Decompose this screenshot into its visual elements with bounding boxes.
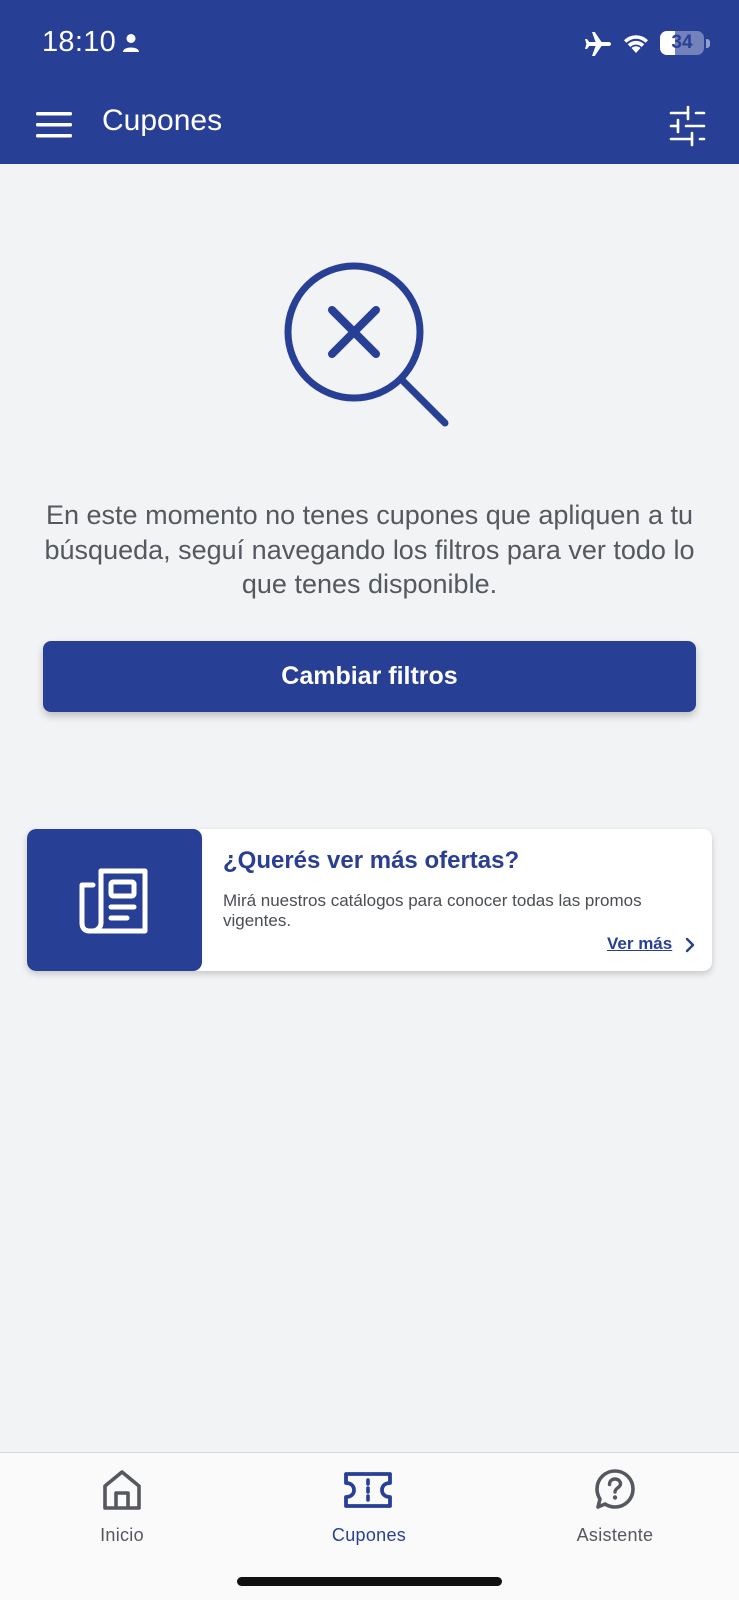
chevron-right-icon[interactable] xyxy=(684,936,696,959)
status-bar: 18:10 34 xyxy=(0,0,739,86)
page-title: Cupones xyxy=(102,104,223,137)
promo-card[interactable]: ¿Querés ver más ofertas? Mirá nuestros c… xyxy=(27,829,712,971)
ticket-icon xyxy=(344,1472,392,1508)
battery-level: 34 xyxy=(671,32,693,53)
home-indicator[interactable] xyxy=(237,1577,502,1586)
battery-tip xyxy=(706,39,710,48)
wifi-icon xyxy=(622,32,650,59)
nav-label-asistente: Asistente xyxy=(576,1525,654,1545)
airplane-icon xyxy=(584,31,612,62)
nav-item-cupones[interactable]: Cupones xyxy=(289,1453,449,1553)
app-bar: Cupones xyxy=(0,86,739,164)
help-chat-icon xyxy=(595,1469,635,1509)
search-no-results-icon xyxy=(284,262,454,437)
nav-item-inicio[interactable]: Inicio xyxy=(42,1453,202,1553)
promo-title: ¿Querés ver más ofertas? xyxy=(223,847,520,874)
promo-image xyxy=(27,829,202,971)
change-filters-button[interactable]: Cambiar filtros xyxy=(43,641,696,712)
see-more-link[interactable]: Ver más xyxy=(607,934,672,954)
menu-icon[interactable] xyxy=(34,108,74,142)
home-icon xyxy=(103,1470,141,1510)
promo-text: Mirá nuestros catálogos para conocer tod… xyxy=(223,891,642,930)
nav-item-asistente[interactable]: Asistente xyxy=(535,1453,695,1553)
filter-sliders-icon[interactable] xyxy=(668,104,708,148)
status-time: 18:10 xyxy=(42,26,117,58)
nav-label-cupones: Cupones xyxy=(331,1525,407,1545)
battery-icon: 34 xyxy=(660,31,704,55)
newspaper-icon xyxy=(79,868,148,934)
person-icon xyxy=(122,33,140,58)
empty-state-message: En este momento no tenes cupones que apl… xyxy=(44,500,695,599)
nav-label-inicio: Inicio xyxy=(100,1525,144,1545)
